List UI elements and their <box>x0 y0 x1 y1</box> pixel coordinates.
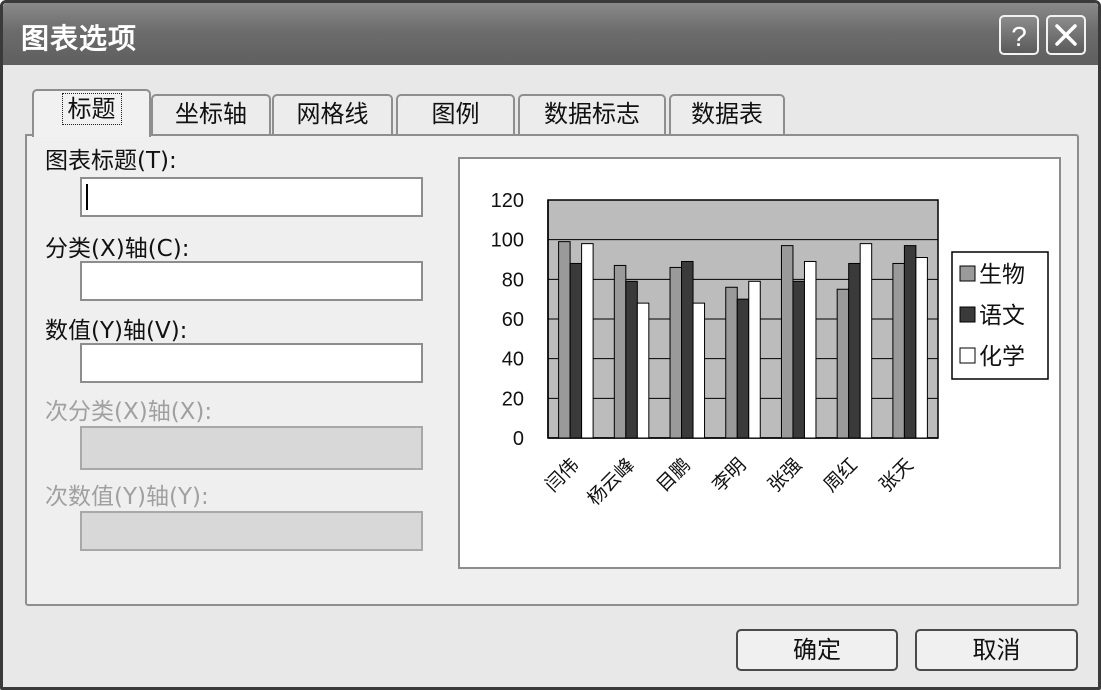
legend-label: 生物 <box>979 262 1025 288</box>
bar-生物 <box>892 262 905 439</box>
tab-data-labels[interactable]: 数据标志 <box>518 94 666 134</box>
bar-化学 <box>859 243 873 439</box>
x-tick-label: 周红 <box>820 454 862 496</box>
close-button[interactable] <box>1046 15 1086 55</box>
chart-preview: 0 20 40 60 80 100 120 闫伟 杨云峰 目鹏 李明 张强 周红 张天 生物语文化学 <box>458 157 1061 569</box>
bar-语文 <box>681 260 694 439</box>
x-tick-label: 闫伟 <box>541 454 583 496</box>
y-tick-label: 60 <box>502 309 524 331</box>
secondary-value-axis-input <box>80 511 423 551</box>
value-axis-input[interactable] <box>80 343 423 383</box>
bar-语文 <box>903 245 917 439</box>
legend-swatch <box>959 265 976 282</box>
tab-titles[interactable]: 标题 <box>32 89 151 137</box>
bar-生物 <box>780 245 794 439</box>
bar-化学 <box>915 257 928 439</box>
x-tick-label: 杨云峰 <box>583 454 639 510</box>
legend-label: 化学 <box>979 344 1025 370</box>
text-caret <box>86 184 88 210</box>
y-tick-label: 100 <box>491 230 524 252</box>
x-tick-label: 张强 <box>764 454 806 496</box>
bar-语文 <box>625 280 638 439</box>
window-title: 图表选项 <box>21 22 138 55</box>
value-axis-label: 数值(Y)轴(V): <box>45 318 188 344</box>
cancel-button[interactable]: 取消 <box>915 629 1078 671</box>
legend-label: 语文 <box>979 303 1025 329</box>
chart-title-label: 图表标题(T): <box>45 148 177 174</box>
bar-语文 <box>792 280 805 439</box>
chart-svg: 0 20 40 60 80 100 120 闫伟 杨云峰 目鹏 李明 张强 周红 张天 生物语文化学 <box>491 190 1049 510</box>
question-mark-icon: ? <box>1011 21 1027 52</box>
help-button[interactable]: ? <box>999 15 1039 55</box>
bar-化学 <box>581 243 594 439</box>
tab-label: 坐标轴 <box>175 100 247 128</box>
bar-化学 <box>636 302 650 439</box>
legend-swatch <box>959 347 976 364</box>
bar-生物 <box>613 264 627 439</box>
x-tick-label: 张天 <box>875 454 917 496</box>
y-tick-label: 40 <box>502 349 524 371</box>
tab-label: 标题 <box>61 93 122 125</box>
tab-gridlines[interactable]: 网格线 <box>272 94 393 134</box>
tab-data-table[interactable]: 数据表 <box>669 94 785 134</box>
bar-生物 <box>669 266 683 439</box>
y-tick-label: 20 <box>502 388 524 410</box>
bar-语文 <box>848 262 861 439</box>
cancel-label: 取消 <box>972 636 1021 664</box>
svg-text:?: ? <box>1011 21 1027 52</box>
ok-button[interactable]: 确定 <box>736 629 898 671</box>
category-axis-label: 分类(X)轴(C): <box>45 236 190 262</box>
chart-title-input[interactable] <box>80 177 423 217</box>
secondary-category-axis-label: 次分类(X)轴(X): <box>45 399 213 425</box>
y-tick-label: 120 <box>491 190 524 212</box>
bar-语文 <box>569 262 583 439</box>
bar-生物 <box>558 241 571 439</box>
y-tick-label: 80 <box>502 269 524 291</box>
secondary-value-axis-label: 次数值(Y)轴(Y): <box>45 484 209 510</box>
bar-化学 <box>803 260 817 439</box>
bar-化学 <box>692 302 706 439</box>
tab-label: 数据标志 <box>544 100 640 128</box>
x-tick-label: 目鹏 <box>652 454 694 496</box>
tab-legend[interactable]: 图例 <box>396 94 515 134</box>
tab-label: 图例 <box>431 100 480 128</box>
ok-label: 确定 <box>793 636 841 664</box>
secondary-category-axis-input <box>80 426 423 470</box>
legend-swatch <box>959 306 976 323</box>
bar-语文 <box>736 298 750 439</box>
x-tick-label: 李明 <box>708 454 750 496</box>
title-bar[interactable]: 图表选项 ? <box>3 3 1098 65</box>
tab-axes[interactable]: 坐标轴 <box>151 94 271 134</box>
bar-化学 <box>748 280 761 439</box>
tab-label: 网格线 <box>296 100 369 128</box>
chart-options-dialog: 图表选项 ? 标题 坐标轴 网格线 图例 数据标志 数据表 图表标题(T): 分… <box>0 0 1101 690</box>
tab-label: 数据表 <box>691 100 763 128</box>
close-icon <box>1055 24 1077 46</box>
y-tick-label: 0 <box>513 428 524 450</box>
category-axis-input[interactable] <box>80 261 423 301</box>
bar-生物 <box>725 286 738 439</box>
bar-生物 <box>836 288 850 439</box>
